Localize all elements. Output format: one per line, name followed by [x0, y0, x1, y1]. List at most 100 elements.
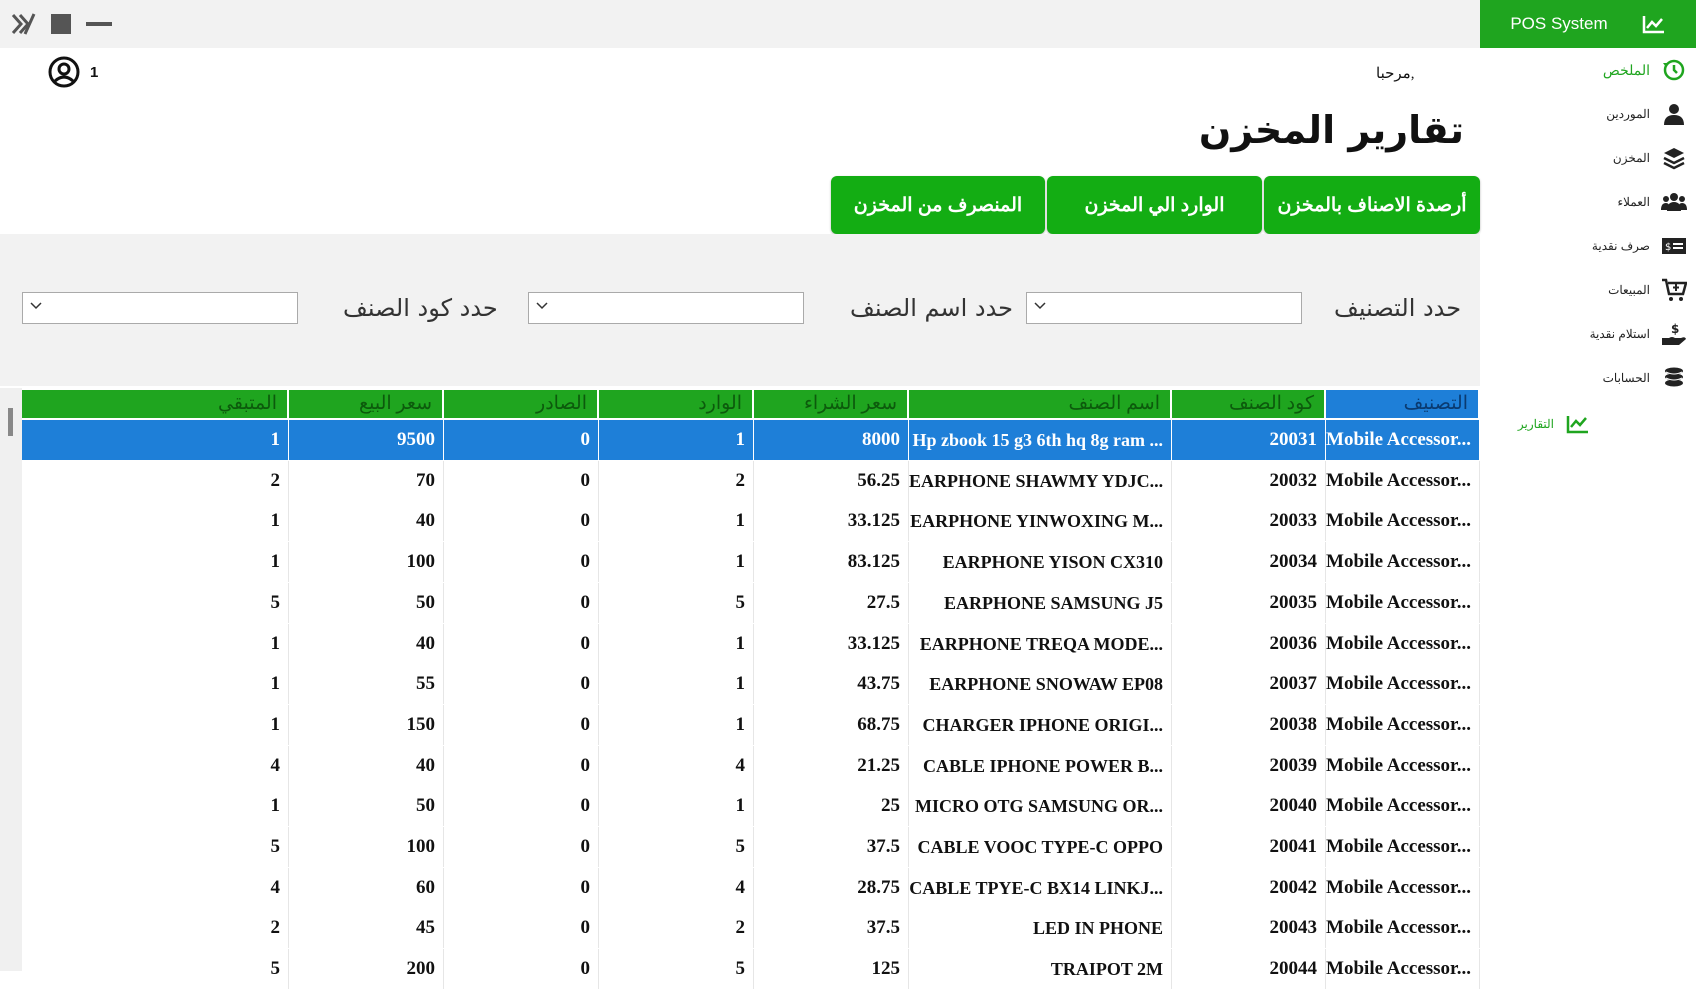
cell-category: Mobile Accessor... — [1326, 704, 1480, 745]
table-row[interactable]: Mobile Accessor... 20037 EARPHONE SNOWAW E… — [22, 664, 1480, 705]
column-header-remaining[interactable]: المتبقي — [22, 390, 289, 418]
cell-remaining: 5 — [22, 582, 289, 623]
maximize-button[interactable] — [48, 8, 74, 40]
sidebar-item-cash-out[interactable]: صرف نقدية $ — [1592, 232, 1688, 260]
filter-panel: حدد التصنيف حدد اسم الصنف حدد كود الصنف — [0, 234, 1480, 386]
table-row[interactable]: Mobile Accessor... 20041 CABLE VOOC TYPE-C… — [22, 827, 1480, 867]
minimize-button[interactable] — [84, 8, 114, 40]
column-header-purchase-price[interactable]: سعر الشراء — [754, 390, 909, 418]
table-row[interactable]: Mobile Accessor... 20032 EARPHONE SHAWMY Y… — [22, 460, 1480, 501]
cell-item-code: 20032 — [1172, 460, 1326, 501]
sidebar-item-label: صرف نقدية — [1591, 239, 1650, 253]
column-header-sale-price[interactable]: سعر البيع — [289, 390, 444, 418]
table-row[interactable]: Mobile Accessor... 20044 TRAIPOT 2M 125 5 0 20… — [22, 949, 1480, 989]
tab-incoming-stock[interactable]: الوارد الي المخزن — [1047, 176, 1262, 234]
cell-incoming: 2 — [599, 908, 754, 949]
cell-item-code: 20035 — [1172, 582, 1326, 623]
sidebar-item-reports[interactable]: التقارير — [1518, 410, 1592, 438]
sidebar-item-accounts[interactable]: الحسابات — [1603, 364, 1688, 392]
cell-purchase-price: 27.5 — [754, 582, 909, 623]
cell-sale-price: 40 — [289, 623, 444, 664]
user-circle-icon — [48, 56, 80, 88]
cell-incoming: 1 — [599, 542, 754, 583]
cell-remaining: 4 — [22, 867, 289, 908]
item-code-select[interactable] — [22, 292, 298, 324]
sidebar-item-customers[interactable]: العملاء — [1617, 188, 1688, 216]
cell-sale-price: 100 — [289, 542, 444, 583]
user-count: 1 — [90, 63, 99, 81]
table-row[interactable]: Mobile Accessor... 20034 EARPHONE YISON CX… — [22, 542, 1480, 583]
cell-category: Mobile Accessor... — [1326, 949, 1480, 989]
user-indicator[interactable]: 1 — [48, 56, 98, 88]
table-row[interactable]: Mobile Accessor... 20043 LED IN PHONE 37.5 2… — [22, 908, 1480, 949]
table-row[interactable]: Mobile Accessor... 20038 CHARGER IPHONE OR… — [22, 704, 1480, 745]
sidebar-item-suppliers[interactable]: الموردين — [1606, 100, 1688, 128]
cell-incoming: 1 — [599, 420, 754, 460]
category-select[interactable] — [1026, 292, 1302, 324]
maximize-icon — [51, 14, 71, 34]
sidebar-item-label: استلام نقدية — [1589, 327, 1650, 341]
cell-purchase-price: 43.75 — [754, 664, 909, 705]
cell-item-code: 20034 — [1172, 542, 1326, 583]
column-header-item-name[interactable]: اسم الصنف — [909, 390, 1172, 418]
cell-remaining: 1 — [22, 664, 289, 705]
cell-item-name: EARPHONE YINWOXING M... — [909, 501, 1172, 542]
sidebar-item-store[interactable]: المخزن — [1613, 144, 1688, 172]
column-header-incoming[interactable]: الوارد — [599, 390, 754, 418]
tab-outgoing-stock[interactable]: المنصرف من المخزن — [831, 176, 1045, 234]
cell-item-code: 20044 — [1172, 949, 1326, 989]
cell-purchase-price: 33.125 — [754, 501, 909, 542]
brand-bar: POS System — [1480, 0, 1696, 48]
column-header-category[interactable]: التصنيف — [1326, 390, 1480, 418]
cell-remaining: 5 — [22, 949, 289, 989]
scrollbar-thumb[interactable] — [8, 408, 13, 436]
tab-stock-balances[interactable]: أرصدة الاصناف بالمخزن — [1264, 176, 1480, 234]
cell-incoming: 4 — [599, 745, 754, 786]
cell-item-code: 20042 — [1172, 867, 1326, 908]
sidebar-item-sales[interactable]: المبيعات — [1608, 276, 1688, 304]
table-row[interactable]: Mobile Accessor... 20035 EARPHONE SAMSUNG … — [22, 582, 1480, 623]
cell-remaining: 1 — [22, 420, 289, 460]
table-row[interactable]: Mobile Accessor... 20031 Hp zbook 15 g3 6t… — [22, 420, 1480, 460]
cell-purchase-price: 33.125 — [754, 623, 909, 664]
column-header-outgoing[interactable]: الصادر — [444, 390, 599, 418]
cell-sale-price: 55 — [289, 664, 444, 705]
sidebar-item-label: التقارير — [1517, 417, 1554, 431]
table-row[interactable]: Mobile Accessor... 20040 MICRO OTG SAMSUNG… — [22, 786, 1480, 827]
cell-category: Mobile Accessor... — [1326, 908, 1480, 949]
sidebar-item-label: الملخص — [1602, 61, 1650, 78]
cell-sale-price: 40 — [289, 501, 444, 542]
cell-item-name: CABLE VOOC TYPE-C OPPO — [909, 827, 1172, 867]
chevron-down-icon — [536, 302, 548, 310]
cell-purchase-price: 8000 — [754, 420, 909, 460]
cell-purchase-price: 37.5 — [754, 827, 909, 867]
brand-label: POS System — [1510, 14, 1608, 33]
welcome-text: مرحبا, — [1376, 66, 1415, 82]
sidebar-item-cash-in[interactable]: استلام نقدية $ — [1590, 320, 1688, 348]
sidebar-item-summary[interactable]: الملخص — [1603, 56, 1688, 84]
cell-item-name: EARPHONE TREQA MODE... — [909, 623, 1172, 664]
cell-item-name: MICRO OTG SAMSUNG OR... — [909, 786, 1172, 827]
category-filter-label: حدد التصنيف — [1334, 294, 1462, 322]
table-row[interactable]: Mobile Accessor... 20039 CABLE IPHONE POWE… — [22, 745, 1480, 786]
cell-remaining: 1 — [22, 704, 289, 745]
cell-category: Mobile Accessor... — [1326, 420, 1480, 460]
cell-purchase-price: 21.25 — [754, 745, 909, 786]
table-row[interactable]: Mobile Accessor... 20033 EARPHONE YINWOXIN… — [22, 501, 1480, 542]
cell-outgoing: 0 — [444, 908, 599, 949]
cell-outgoing: 0 — [444, 420, 599, 460]
table-row[interactable]: Mobile Accessor... 20042 CABLE TPYE-C BX14… — [22, 867, 1480, 908]
cell-incoming: 1 — [599, 704, 754, 745]
cell-incoming: 1 — [599, 786, 754, 827]
sidebar-item-label: الحسابات — [1602, 371, 1650, 385]
cell-purchase-price: 25 — [754, 786, 909, 827]
table-row[interactable]: Mobile Accessor... 20036 EARPHONE TREQA MO… — [22, 623, 1480, 664]
cell-category: Mobile Accessor... — [1326, 664, 1480, 705]
cell-incoming: 1 — [599, 623, 754, 664]
cell-incoming: 5 — [599, 827, 754, 867]
cell-category: Mobile Accessor... — [1326, 623, 1480, 664]
close-button[interactable] — [8, 8, 38, 40]
item-name-select[interactable] — [528, 292, 804, 324]
column-header-item-code[interactable]: كود الصنف — [1172, 390, 1326, 418]
cell-item-name: LED IN PHONE — [909, 908, 1172, 949]
